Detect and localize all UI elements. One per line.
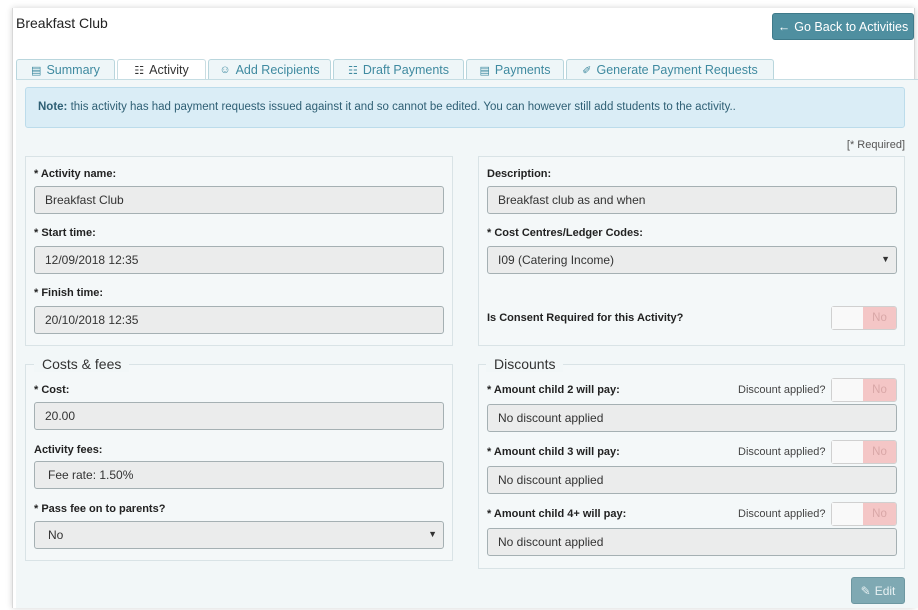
note-text: this activity has had payment requests i…	[70, 101, 736, 113]
discounts-legend: Discounts	[486, 356, 564, 372]
paperclip-icon: ✐	[582, 64, 592, 77]
cost-centre-value: I09 (Catering Income)	[498, 253, 615, 267]
tab-generate-payment-requests[interactable]: ✐ Generate Payment Requests	[566, 59, 774, 80]
child-4-label: * Amount child 4+ will pay:	[487, 508, 627, 520]
cost-label: * Cost:	[34, 384, 70, 396]
go-back-label: Go Back to Activities	[794, 19, 909, 34]
toggle-state: No	[863, 307, 896, 329]
tab-label: Draft Payments	[362, 63, 449, 77]
tab-label: Add Recipients	[235, 63, 320, 77]
tab-activity[interactable]: ☷ Activity	[117, 59, 206, 80]
discount-applied-label: Discount applied?	[738, 446, 826, 458]
start-time-field[interactable]: 12/09/2018 12:35	[34, 246, 444, 274]
pass-fee-label: * Pass fee on to parents?	[34, 503, 166, 515]
discount-applied-label: Discount applied?	[738, 384, 826, 396]
child-3-amount-field[interactable]: No discount applied	[487, 466, 897, 494]
edit-button[interactable]: ✎ Edit	[851, 577, 905, 604]
page-title: Breakfast Club	[16, 15, 108, 31]
tab-label: Generate Payment Requests	[596, 63, 758, 77]
book-icon: ▤	[479, 64, 490, 77]
required-hint: [* Required]	[846, 139, 905, 151]
toggle-state: No	[863, 503, 896, 525]
consent-toggle[interactable]: No	[831, 306, 897, 330]
toggle-knob	[832, 379, 864, 401]
child-4-discount-toggle[interactable]: No	[831, 502, 897, 526]
pencil-icon: ✎	[860, 583, 871, 598]
book-icon: ▤	[31, 64, 42, 77]
tab-add-recipients[interactable]: ☺ Add Recipients	[208, 59, 331, 80]
list-icon: ☷	[134, 64, 145, 77]
consent-label: Is Consent Required for this Activity?	[487, 312, 684, 324]
child-2-label: * Amount child 2 will pay:	[487, 384, 620, 396]
child-4-amount-field[interactable]: No discount applied	[487, 528, 897, 556]
child-3-discount-toggle[interactable]: No	[831, 440, 897, 464]
edit-label: Edit	[874, 583, 896, 598]
caret-down-icon: ▼	[428, 529, 437, 539]
tab-label: Summary	[46, 63, 100, 77]
finish-time-field[interactable]: 20/10/2018 12:35	[34, 306, 444, 334]
cost-centre-select[interactable]: I09 (Catering Income) ▼	[487, 246, 897, 274]
note-prefix: Note:	[38, 101, 68, 113]
tab-draft-payments[interactable]: ☷ Draft Payments	[333, 59, 464, 80]
caret-down-icon: ▼	[881, 254, 890, 264]
description-label: Description:	[487, 168, 552, 180]
tab-payments[interactable]: ▤ Payments	[466, 59, 564, 80]
go-back-button[interactable]: ← Go Back to Activities	[772, 13, 914, 40]
activity-name-label: * Activity name:	[34, 168, 117, 180]
pass-fee-value: No	[48, 528, 64, 542]
note-alert: Note: this activity has had payment requ…	[25, 87, 905, 128]
tab-label: Activity	[149, 63, 189, 77]
pass-fee-select[interactable]: No ▼	[34, 521, 444, 549]
tab-label: Payments	[494, 63, 551, 77]
tab-summary[interactable]: ▤ Summary	[16, 59, 115, 80]
toggle-knob	[832, 503, 864, 525]
description-field[interactable]: Breakfast club as and when	[487, 186, 897, 214]
start-time-label: * Start time:	[34, 227, 96, 239]
cost-field[interactable]: 20.00	[34, 402, 444, 430]
activity-name-field[interactable]: Breakfast Club	[34, 186, 444, 214]
finish-time-label: * Finish time:	[34, 287, 104, 299]
child-2-amount-field[interactable]: No discount applied	[487, 404, 897, 432]
cost-centre-label: * Cost Centres/Ledger Codes:	[487, 227, 643, 239]
activity-fees-field: Fee rate: 1.50%	[34, 461, 444, 489]
users-icon: ☺	[219, 64, 231, 76]
list-icon: ☷	[347, 64, 358, 77]
costs-fees-legend: Costs & fees	[34, 356, 130, 372]
toggle-knob	[832, 307, 864, 329]
toggle-knob	[832, 441, 864, 463]
discount-applied-label: Discount applied?	[738, 508, 826, 520]
toggle-state: No	[863, 379, 896, 401]
arrow-left-icon: ←	[777, 19, 791, 34]
tab-bar: ▤ Summary ☷ Activity ☺ Add Recipients ☷ …	[16, 59, 780, 80]
child-2-discount-toggle[interactable]: No	[831, 378, 897, 402]
toggle-state: No	[863, 441, 896, 463]
activity-fees-label: Activity fees:	[34, 444, 103, 456]
child-3-label: * Amount child 3 will pay:	[487, 446, 620, 458]
